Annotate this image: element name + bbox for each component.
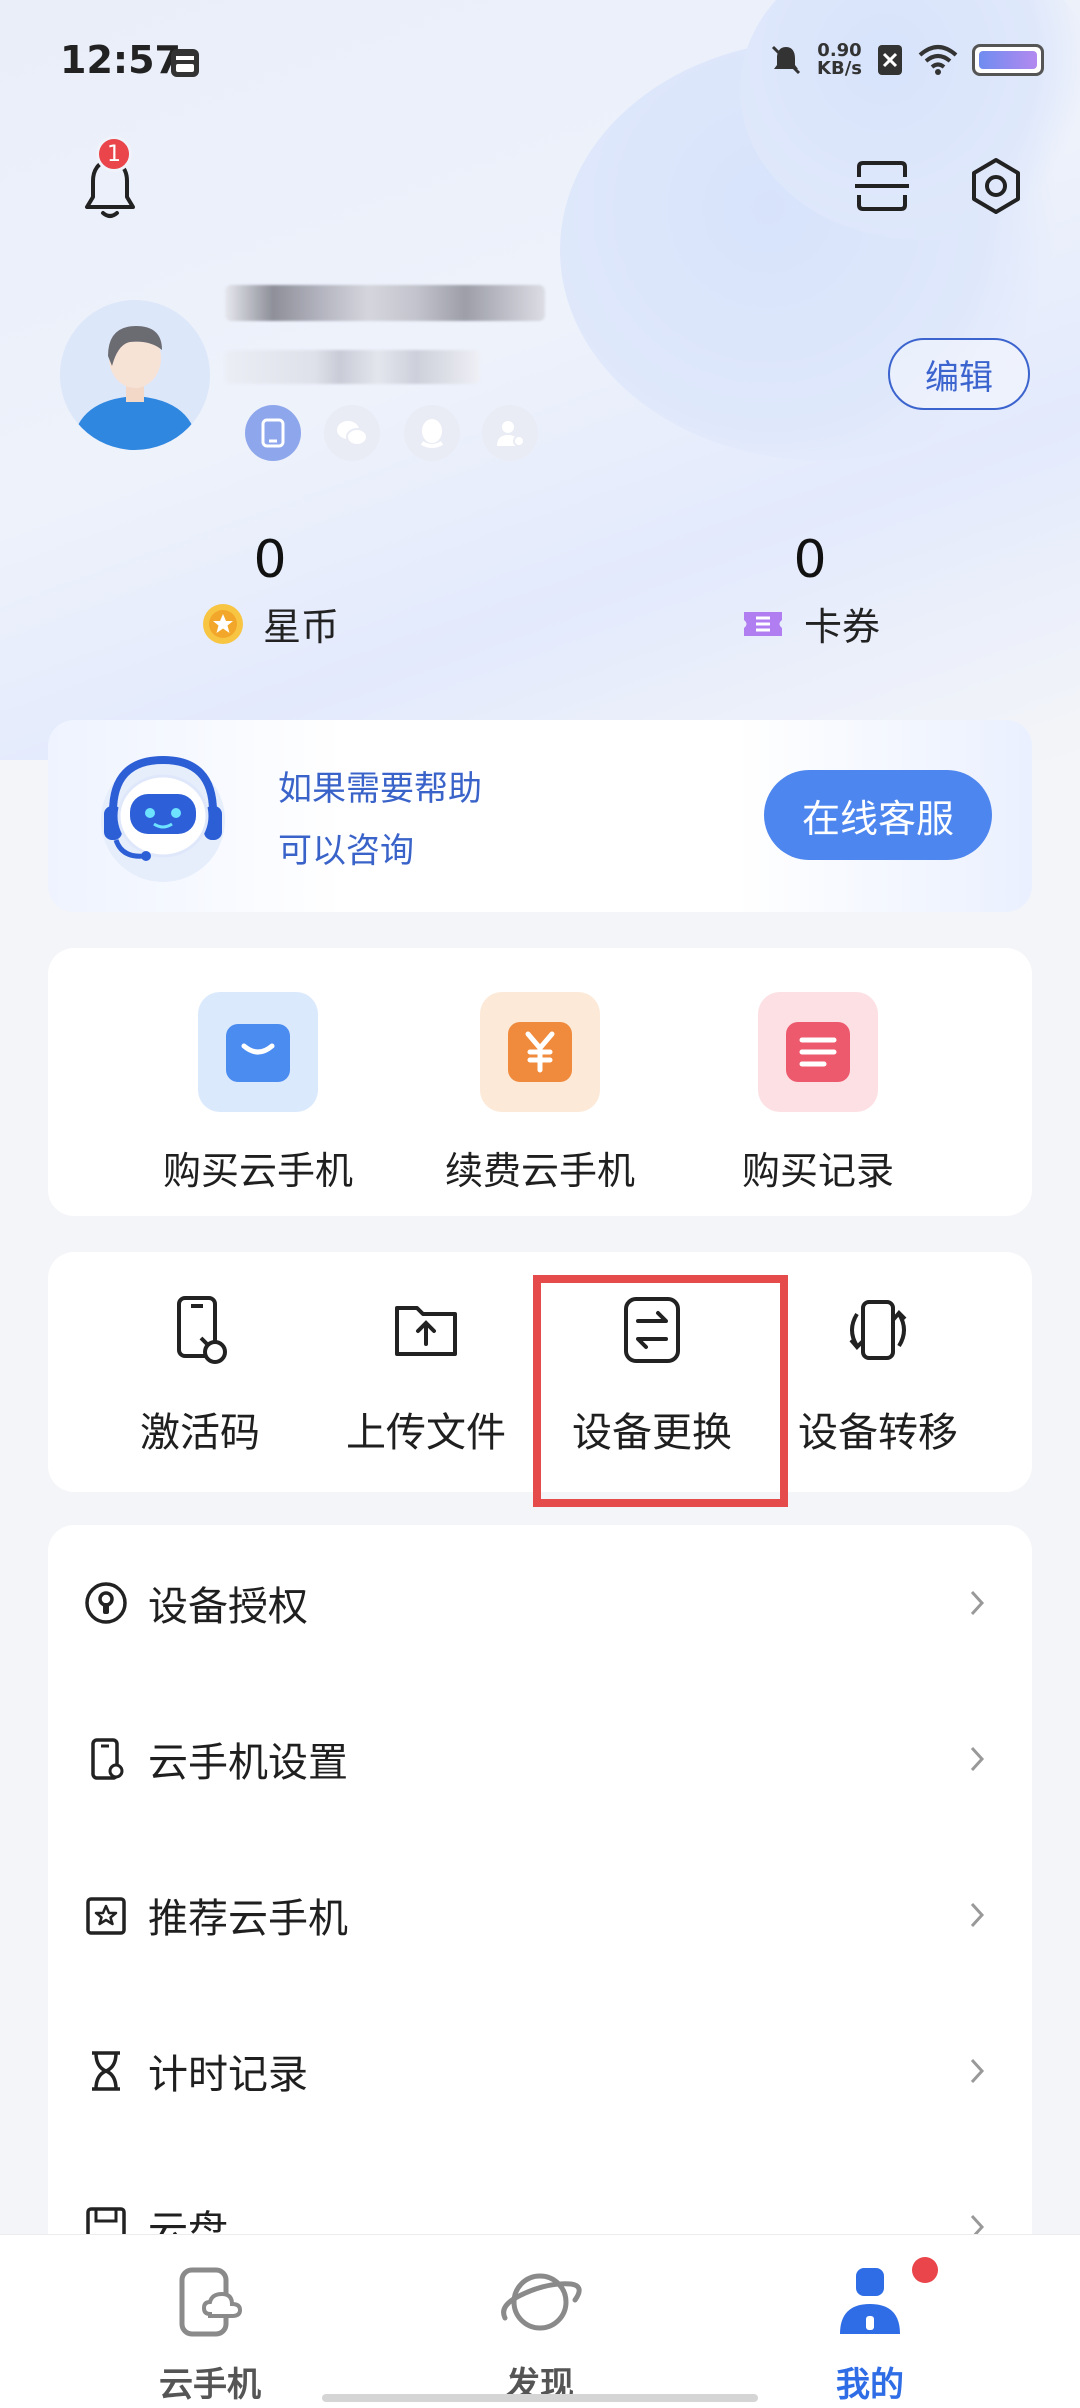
qq-icon	[420, 419, 444, 448]
ticket-stat[interactable]: 0 卡券	[660, 530, 960, 651]
star-box-icon	[86, 1897, 126, 1935]
ticket-value: 0	[793, 530, 827, 590]
settings-button[interactable]	[962, 152, 1030, 220]
login-account-badge	[482, 405, 538, 461]
bottom-nav: 云手机 发现 我的	[0, 2234, 1080, 2408]
help-line-2: 可以咨询	[278, 831, 414, 871]
status-bar: 12:57 0.90 KB/s	[0, 0, 1080, 120]
mute-bell-icon	[771, 45, 801, 75]
home-indicator	[322, 2394, 758, 2402]
chevron-right-icon	[970, 1590, 985, 1616]
battery-icon	[972, 44, 1044, 76]
ticket-label: 卡券	[803, 605, 880, 649]
scan-button[interactable]	[850, 154, 914, 218]
login-phone-badge	[245, 405, 301, 461]
renew-cloud-phone-label: 续费云手机	[444, 1149, 635, 1193]
buy-cloud-phone[interactable]: 购买云手机	[128, 992, 388, 1195]
transfer-icon	[849, 1300, 907, 1360]
nav-discover[interactable]: 发现	[430, 2257, 650, 2406]
help-line-1: 如果需要帮助	[278, 769, 482, 809]
settings-list: 设备授权 云手机设置 推荐云手机 计时记录 云盘	[48, 1525, 1032, 2245]
scan-icon	[855, 161, 909, 211]
net-speed-unit: KB/s	[817, 58, 862, 79]
help-text: 如果需要帮助 可以咨询	[278, 758, 482, 882]
wechat-icon	[337, 421, 368, 446]
chevron-right-icon	[970, 1746, 985, 1772]
ticket-icon	[743, 611, 782, 636]
nav-cloud-phone-label: 云手机	[159, 2365, 261, 2405]
list-icon	[758, 992, 878, 1112]
settings-hex-icon	[972, 158, 1020, 214]
star-coin-icon	[202, 603, 243, 644]
highlight-annotation	[533, 1275, 788, 1507]
menu-recommend-cloud-phone[interactable]: 推荐云手机	[48, 1837, 1032, 1993]
device-transfer[interactable]: 设备转移	[768, 1290, 988, 1458]
profile-icon	[840, 2268, 900, 2334]
upload-file[interactable]: 上传文件	[316, 1290, 536, 1458]
chevron-right-icon	[970, 2058, 985, 2084]
menu-device-authorization-label: 设备授权	[148, 1584, 308, 1630]
status-time: 12:57	[60, 38, 181, 82]
login-qq-badge	[404, 405, 460, 461]
purchase-card: 购买云手机 续费云手机 购买记录	[48, 948, 1032, 1216]
purchase-records-label: 购买记录	[741, 1149, 894, 1193]
activation-code-label: 激活码	[140, 1410, 260, 1456]
lock-circle-icon	[85, 1582, 127, 1624]
nav-me-label: 我的	[836, 2365, 904, 2405]
menu-device-authorization[interactable]: 设备授权	[48, 1525, 1032, 1681]
star-coin-value: 0	[253, 530, 287, 590]
nav-me[interactable]: 我的	[760, 2257, 980, 2406]
star-coin-label: 星币	[262, 605, 339, 649]
star-coin-stat[interactable]: 0 星币	[120, 530, 420, 651]
shopping-bag-icon	[198, 992, 318, 1112]
device-transfer-label: 设备转移	[798, 1410, 958, 1456]
wifi-icon	[918, 45, 958, 75]
activation-code[interactable]: 激活码	[90, 1290, 310, 1458]
nav-me-dot	[912, 2257, 938, 2283]
menu-timing-records-label: 计时记录	[148, 2052, 308, 2098]
purchase-records[interactable]: 购买记录	[688, 992, 948, 1195]
username-redacted	[225, 285, 545, 321]
menu-recommend-cloud-phone-label: 推荐云手机	[148, 1896, 348, 1942]
menu-cloud-phone-settings[interactable]: 云手机设置	[48, 1681, 1032, 1837]
avatar[interactable]	[60, 300, 210, 450]
sim-off-icon	[878, 45, 902, 75]
menu-cloud-disk[interactable]: 云盘	[48, 2149, 1032, 2245]
account-verify-icon	[497, 421, 525, 447]
sd-card-icon	[171, 49, 199, 77]
edit-profile-button[interactable]: 编辑	[888, 338, 1030, 410]
robot-support-icon	[101, 755, 225, 882]
upload-file-label: 上传文件	[346, 1410, 506, 1456]
notification-button[interactable]: 1	[72, 136, 148, 226]
renew-cloud-phone[interactable]: 续费云手机	[410, 992, 670, 1195]
online-support-button[interactable]: 在线客服	[764, 770, 992, 860]
help-card: 如果需要帮助 可以咨询 在线客服	[48, 720, 1032, 912]
upload-folder-icon	[395, 1306, 457, 1356]
phone-settings-icon	[91, 1738, 124, 1780]
buy-cloud-phone-label: 购买云手机	[162, 1149, 353, 1193]
user-avatar-icon	[60, 300, 210, 450]
login-wechat-badge	[324, 405, 380, 461]
nav-cloud-phone[interactable]: 云手机	[100, 2257, 320, 2406]
activation-phone-icon	[177, 1296, 227, 1364]
menu-timing-records[interactable]: 计时记录	[48, 1993, 1032, 2149]
cloud-phone-icon	[179, 2267, 243, 2337]
user-id-redacted	[225, 350, 480, 384]
planet-icon	[501, 2273, 582, 2331]
hourglass-icon	[92, 2051, 120, 2091]
notification-badge: 1	[96, 136, 132, 172]
chevron-right-icon	[970, 1902, 985, 1928]
net-speed: 0.90 KB/s	[817, 42, 862, 78]
phone-icon	[261, 418, 285, 448]
menu-cloud-phone-settings-label: 云手机设置	[148, 1740, 348, 1786]
yuan-icon	[480, 992, 600, 1112]
